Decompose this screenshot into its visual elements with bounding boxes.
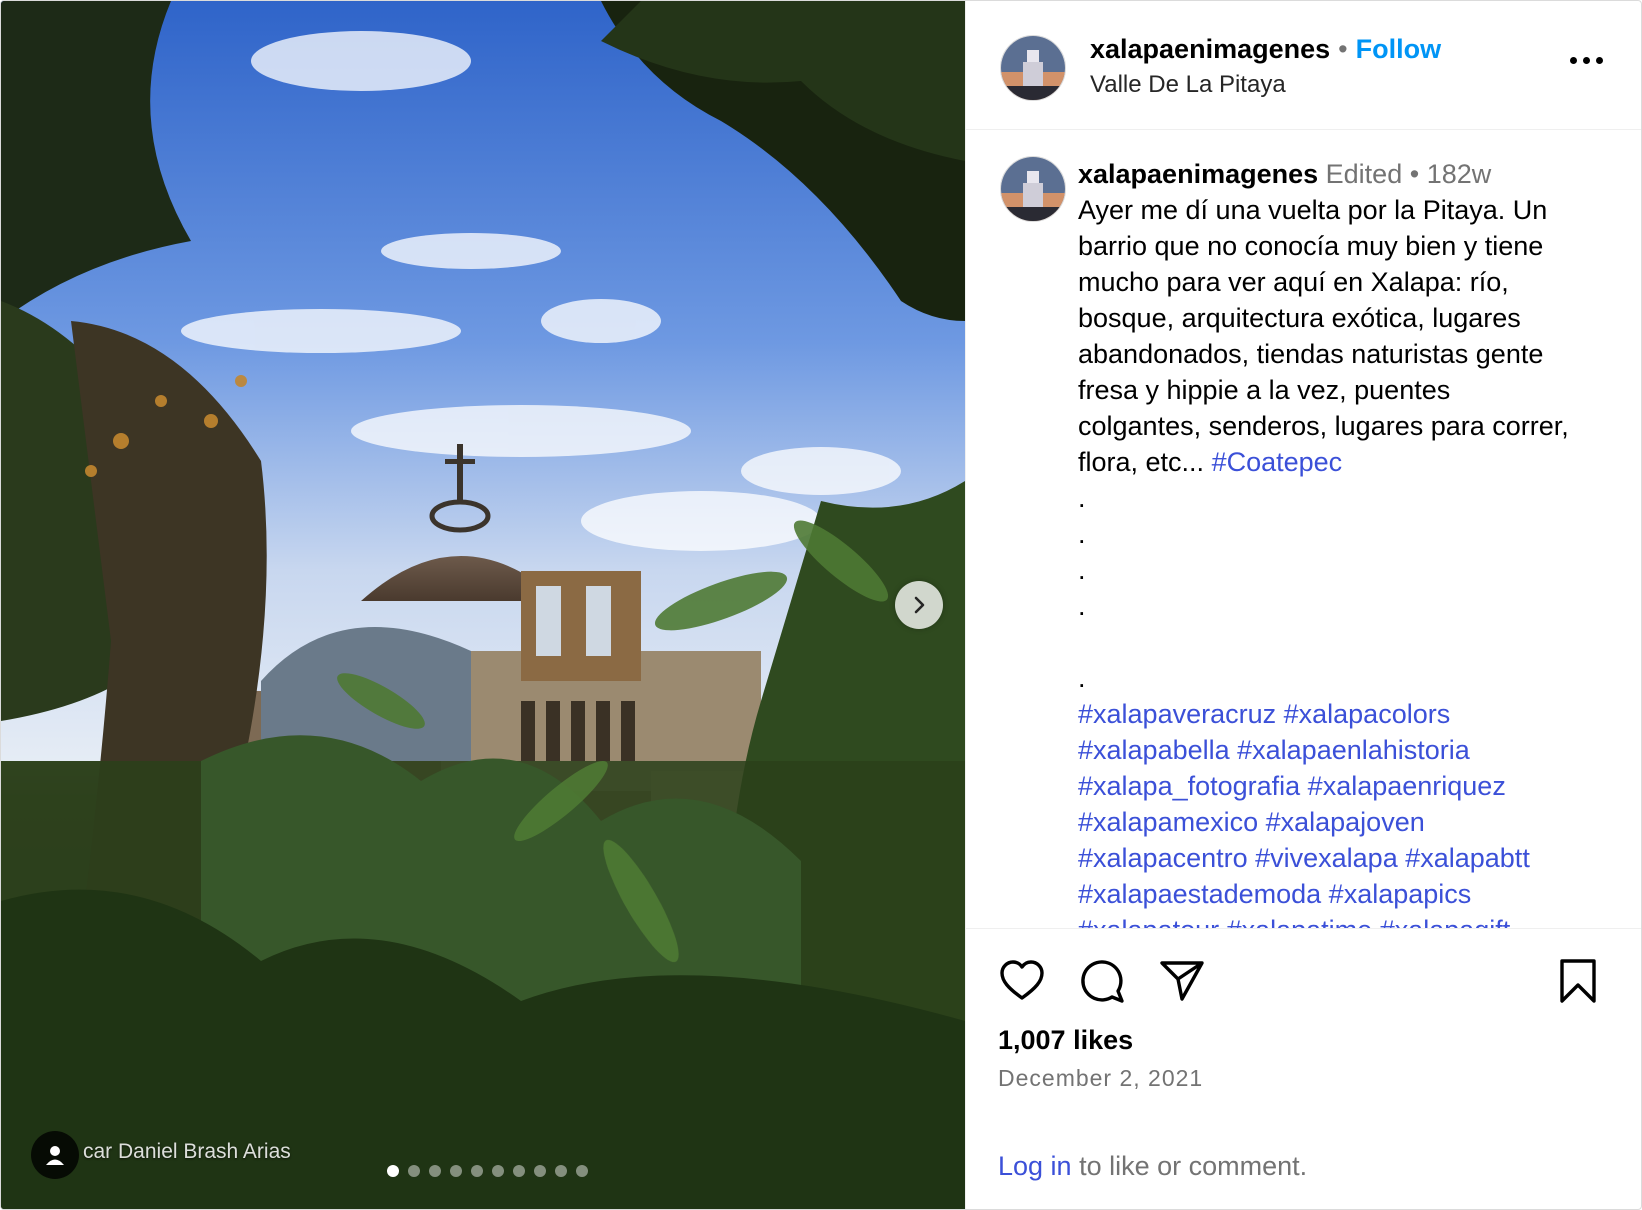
profile-picture bbox=[1001, 36, 1065, 100]
user-tag-button[interactable] bbox=[31, 1131, 79, 1179]
bookmark-icon bbox=[1560, 959, 1596, 1003]
caption-text: Ayer me dí una vuelta por la Pitaya. Un … bbox=[1078, 195, 1569, 477]
login-prompt-text: to like or comment. bbox=[1071, 1151, 1308, 1181]
caption-dot: . bbox=[1078, 591, 1086, 621]
post-header: xalapaenimagenes • Follow Valle De La Pita… bbox=[966, 1, 1641, 130]
post-age: 182w bbox=[1426, 159, 1492, 189]
chevron-right-icon bbox=[914, 596, 925, 614]
hashtag-line[interactable]: #xalapaestademoda #xalapapics bbox=[1078, 876, 1578, 912]
carousel-dot bbox=[471, 1165, 483, 1177]
carousel-dot bbox=[555, 1165, 567, 1177]
hashtag-link[interactable]: #Coatepec bbox=[1212, 447, 1343, 477]
like-button[interactable] bbox=[998, 957, 1046, 1010]
hashtag-line[interactable]: #xalapa_fotografia #xalapaenriquez bbox=[1078, 768, 1578, 804]
username-link[interactable]: xalapaenimagenes bbox=[1090, 34, 1330, 64]
save-button[interactable] bbox=[1556, 957, 1600, 1010]
caption-dot: . bbox=[1078, 483, 1086, 513]
carousel-dot bbox=[534, 1165, 546, 1177]
login-prompt: Log in to like or comment. bbox=[998, 1151, 1307, 1182]
separator-dot: • bbox=[1409, 159, 1420, 189]
carousel-dot bbox=[492, 1165, 504, 1177]
carousel-dot bbox=[408, 1165, 420, 1177]
carousel-dot bbox=[429, 1165, 441, 1177]
carousel-indicator bbox=[387, 1165, 588, 1177]
hashtag-line[interactable]: #xalapabella #xalapaenlahistoria bbox=[1078, 732, 1578, 768]
edited-label: Edited bbox=[1325, 159, 1403, 189]
follow-button[interactable]: Follow bbox=[1356, 34, 1441, 64]
hashtag-line[interactable]: #xalapacentro #vivexalapa #xalapabtt bbox=[1078, 840, 1578, 876]
caption-username-link[interactable]: xalapaenimagenes bbox=[1078, 159, 1318, 189]
hashtag-line[interactable]: #xalapatour #xalapatime #xalapagift bbox=[1078, 912, 1578, 928]
post-caption: xalapaenimagenes Edited • 182w Ayer me d… bbox=[1078, 156, 1578, 928]
caption-dot: . bbox=[1078, 519, 1086, 549]
hashtag-list: #xalapaveracruz #xalapacolors #xalapabel… bbox=[1078, 696, 1578, 928]
user-tag-icon bbox=[46, 1146, 64, 1165]
share-button[interactable] bbox=[1158, 957, 1206, 1010]
location-link[interactable]: Valle De La Pitaya bbox=[1090, 71, 1286, 99]
post-photo bbox=[1, 1, 965, 1209]
instagram-post: car Daniel Brash Arias xalapaenimagenes •… bbox=[0, 0, 1642, 1210]
carousel-dot bbox=[513, 1165, 525, 1177]
heart-icon bbox=[1000, 960, 1044, 1000]
paper-plane-icon bbox=[1160, 961, 1204, 1001]
carousel-dot bbox=[576, 1165, 588, 1177]
post-media[interactable]: car Daniel Brash Arias bbox=[1, 1, 966, 1209]
comment-button[interactable] bbox=[1078, 957, 1126, 1010]
carousel-dot bbox=[387, 1165, 399, 1177]
next-slide-button[interactable] bbox=[895, 581, 943, 629]
post-date[interactable]: December 2, 2021 bbox=[998, 1065, 1203, 1092]
hashtag-line[interactable]: #xalapaveracruz #xalapacolors bbox=[1078, 696, 1578, 732]
hashtag-line[interactable]: #xalapamexico #xalapajoven bbox=[1078, 804, 1578, 840]
more-options-icon[interactable] bbox=[1570, 57, 1603, 64]
avatar[interactable] bbox=[1000, 156, 1066, 222]
avatar[interactable] bbox=[1000, 35, 1066, 101]
comment-icon bbox=[1081, 960, 1124, 1003]
header-user-line: xalapaenimagenes • Follow bbox=[1090, 34, 1441, 65]
post-details-panel: xalapaenimagenes • Follow Valle De La Pita… bbox=[966, 1, 1641, 1209]
likes-count[interactable]: 1,007 likes bbox=[998, 1025, 1133, 1056]
post-actions: 1,007 likes December 2, 2021 bbox=[966, 929, 1641, 1091]
tagged-user-label: car Daniel Brash Arias bbox=[83, 1140, 291, 1163]
login-link[interactable]: Log in bbox=[998, 1151, 1072, 1181]
comments-section[interactable]: xalapaenimagenes Edited • 182w Ayer me d… bbox=[966, 130, 1641, 929]
caption-dot: . bbox=[1078, 663, 1086, 693]
caption-dot: . bbox=[1078, 555, 1086, 585]
separator-dot: • bbox=[1338, 34, 1348, 64]
profile-picture bbox=[1001, 157, 1065, 221]
carousel-dot bbox=[450, 1165, 462, 1177]
